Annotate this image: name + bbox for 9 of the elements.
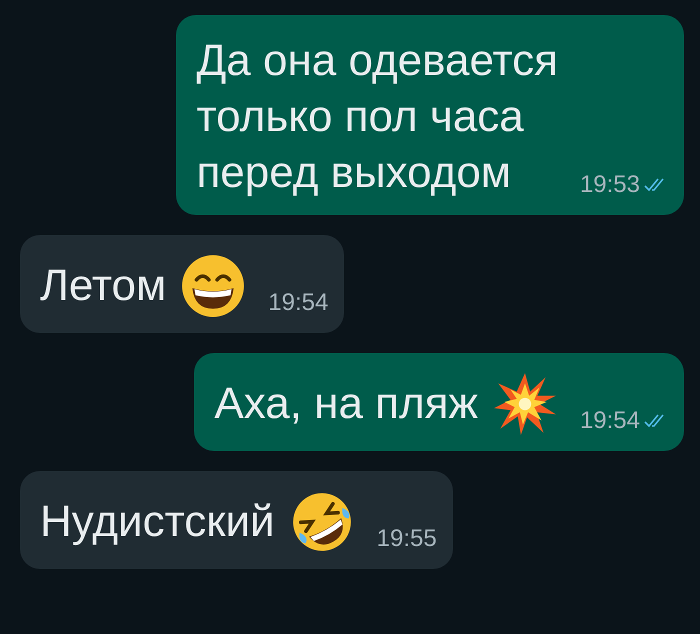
message-text: Да она одевается только пол часа перед выходом [196, 35, 558, 199]
grinning-face-icon [180, 253, 246, 319]
message-time: 19:54 [268, 289, 328, 317]
message-time: 19:55 [376, 525, 437, 553]
message-text: Летом [40, 260, 166, 312]
message-text: Нудистский [40, 496, 275, 548]
message-text: Аха, на пляж [214, 378, 478, 430]
message-time: 19:54 [580, 407, 640, 435]
message-time: 19:53 [580, 171, 640, 199]
